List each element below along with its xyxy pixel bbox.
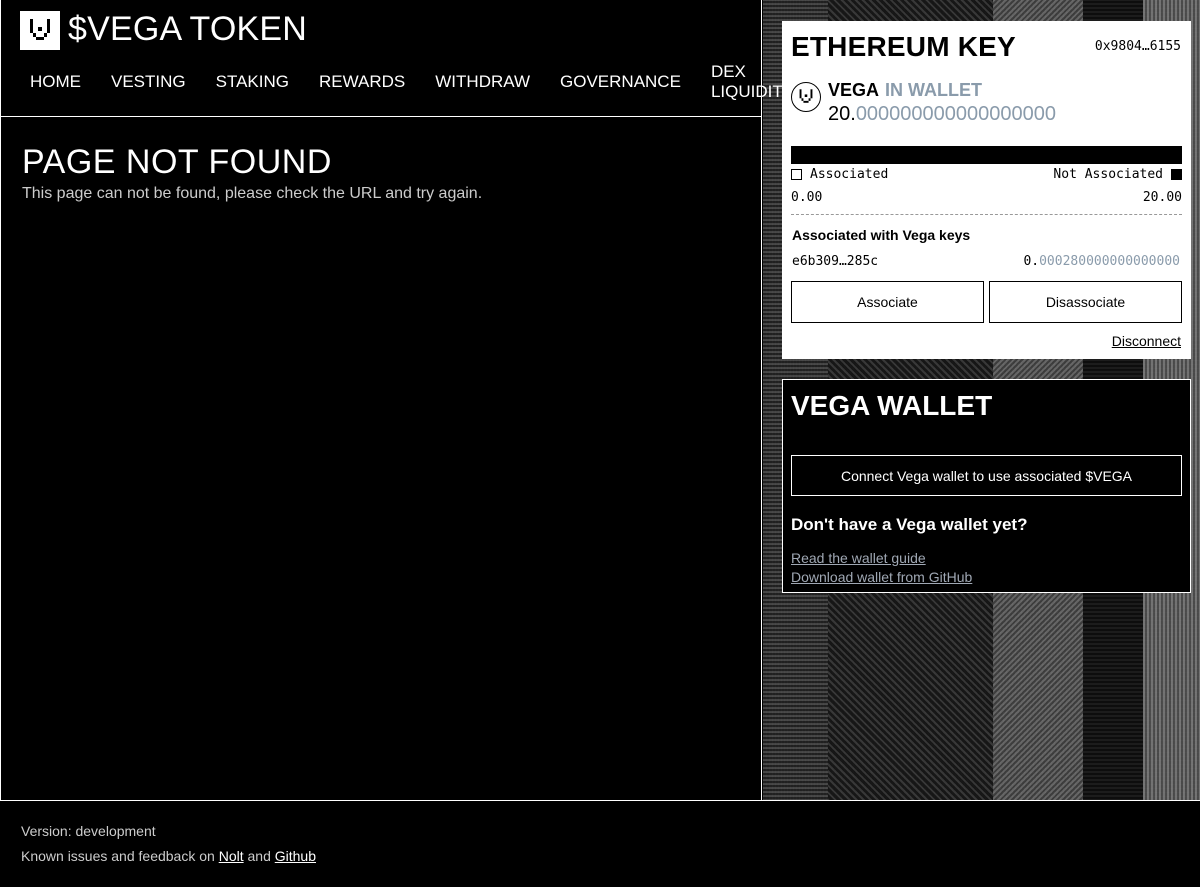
not-associated-swatch xyxy=(1171,169,1182,180)
ethereum-address: 0x9804…6155 xyxy=(1094,39,1181,54)
footer: Version: development Known issues and fe… xyxy=(0,800,1200,887)
main-column: $VEGA TOKEN HOME VESTING STAKING REWARDS… xyxy=(0,0,794,801)
associate-button[interactable]: Associate xyxy=(791,281,984,323)
associated-swatch xyxy=(791,169,802,180)
token-amount-dec: 000000000000000000 xyxy=(855,103,1057,125)
not-associated-label: Not Associated xyxy=(1053,167,1163,182)
vega-key-amount: 0.000280000000000000 xyxy=(1023,254,1180,269)
connect-vega-wallet-button[interactable]: Connect Vega wallet to use associated $V… xyxy=(791,455,1182,496)
disconnect-link[interactable]: Disconnect xyxy=(1112,333,1181,349)
nav-item-dex-liquidity[interactable]: DEX LIQUIDITY xyxy=(696,62,796,102)
wallet-guide-link[interactable]: Read the wallet guide xyxy=(791,550,926,566)
associated-value: 0.00 xyxy=(791,190,823,205)
nav-item-vesting[interactable]: VESTING xyxy=(96,72,201,92)
token-status: IN WALLET xyxy=(885,80,983,100)
github-link[interactable]: Github xyxy=(275,848,316,864)
nav-item-home[interactable]: HOME xyxy=(1,72,96,92)
divider xyxy=(791,214,1182,215)
version-text: Version: development xyxy=(21,823,156,839)
nav-item-withdraw[interactable]: WITHDRAW xyxy=(420,72,545,92)
header: $VEGA TOKEN HOME VESTING STAKING REWARDS… xyxy=(1,0,794,117)
associated-key-row: e6b309…285c 0.000280000000000000 xyxy=(792,254,1180,269)
vega-key-amount-int: 0. xyxy=(1023,254,1040,269)
nolt-link[interactable]: Nolt xyxy=(219,848,244,864)
feedback-line: Known issues and feedback on Nolt and Gi… xyxy=(21,848,1179,864)
feedback-prefix: Known issues and feedback on xyxy=(21,848,215,864)
token-name: VEGA xyxy=(828,80,880,100)
vega-wallet-card: VEGA WALLET Connect Vega wallet to use a… xyxy=(782,379,1191,593)
vega-key-amount-dec: 000280000000000000 xyxy=(1039,254,1180,269)
token-amount: 20.000000000000000000 xyxy=(828,103,1056,126)
no-wallet-text: Don't have a Vega wallet yet? xyxy=(791,515,1028,534)
site-title: $VEGA TOKEN xyxy=(68,10,308,48)
nav-item-staking[interactable]: STAKING xyxy=(201,72,304,92)
main-content: PAGE NOT FOUND This page can not be foun… xyxy=(1,117,761,227)
vega-logo-icon[interactable] xyxy=(20,11,60,50)
page-title: PAGE NOT FOUND xyxy=(22,143,332,181)
associated-label: Associated xyxy=(810,167,889,182)
and-text: and xyxy=(247,848,271,864)
vega-wallet-title: VEGA WALLET xyxy=(791,390,993,421)
page-description: This page can not be found, please check… xyxy=(22,185,483,202)
main-nav: HOME VESTING STAKING REWARDS WITHDRAW GO… xyxy=(1,62,796,102)
nav-item-governance[interactable]: GOVERNANCE xyxy=(545,72,696,92)
ethereum-key-card: ETHEREUM KEY 0x9804…6155 VEGA IN WALLET 2… xyxy=(782,21,1191,359)
association-progress-bar xyxy=(791,146,1182,164)
nav-item-rewards[interactable]: REWARDS xyxy=(304,72,420,92)
associated-keys-title: Associated with Vega keys xyxy=(792,227,971,243)
vega-key: e6b309…285c xyxy=(792,254,879,269)
token-balance-row: VEGA IN WALLET 20.000000000000000000 xyxy=(791,80,1056,126)
disassociate-button[interactable]: Disassociate xyxy=(989,281,1182,323)
not-associated-value: 20.00 xyxy=(1142,190,1182,205)
vega-token-icon xyxy=(791,82,821,112)
token-amount-int: 20. xyxy=(828,103,856,125)
association-values: 0.00 20.00 xyxy=(791,190,1182,205)
download-wallet-link[interactable]: Download wallet from GitHub xyxy=(791,569,972,585)
